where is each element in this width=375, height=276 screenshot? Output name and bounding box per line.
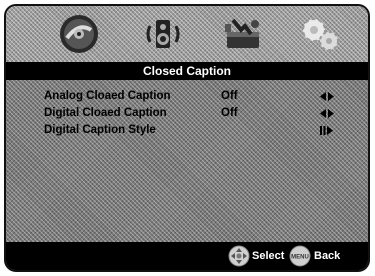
speaker-audio-icon (146, 20, 180, 48)
menu-item-value: Off (221, 107, 238, 119)
pause-play-arrow-icon (320, 126, 333, 135)
disc-picture-icon (60, 15, 98, 53)
menu-item-value: Off (221, 90, 238, 102)
osd-menu-window: Closed Caption Analog Cloaed Caption Off… (4, 4, 370, 272)
menu-item-digital-caption-style[interactable]: Digital Caption Style (44, 122, 334, 139)
menu-item-label: Digital Cloaed Caption (44, 107, 167, 119)
menu-item-analog-caption[interactable]: Analog Cloaed Caption Off (44, 88, 334, 105)
menu-button-text: MENU (291, 255, 309, 261)
back-hint-label: Back (314, 250, 341, 262)
preferences-gears-icon (302, 18, 339, 51)
footer-bar: Select MENU Back (6, 242, 368, 270)
menu-item-label: Digital Caption Style (44, 124, 156, 136)
tab-picture[interactable] (54, 10, 104, 58)
tab-preferences[interactable] (296, 10, 346, 58)
caption-settings-list: Analog Cloaed Caption Off Digital Cloaed… (44, 88, 334, 139)
left-right-arrows-icon (320, 92, 334, 101)
tab-setup[interactable] (218, 10, 268, 58)
tab-bar (6, 6, 368, 62)
menu-button-icon: MENU (289, 245, 311, 267)
menu-item-digital-caption[interactable]: Digital Cloaed Caption Off (44, 105, 334, 122)
tab-audio[interactable] (138, 10, 188, 58)
menu-item-label: Analog Cloaed Caption (44, 90, 171, 102)
setup-toolbox-icon (225, 18, 259, 48)
left-right-arrows-icon (320, 109, 334, 118)
select-hint-label: Select (252, 250, 285, 262)
page-title: Closed Caption (6, 62, 368, 80)
dpad-select-icon (228, 245, 250, 267)
